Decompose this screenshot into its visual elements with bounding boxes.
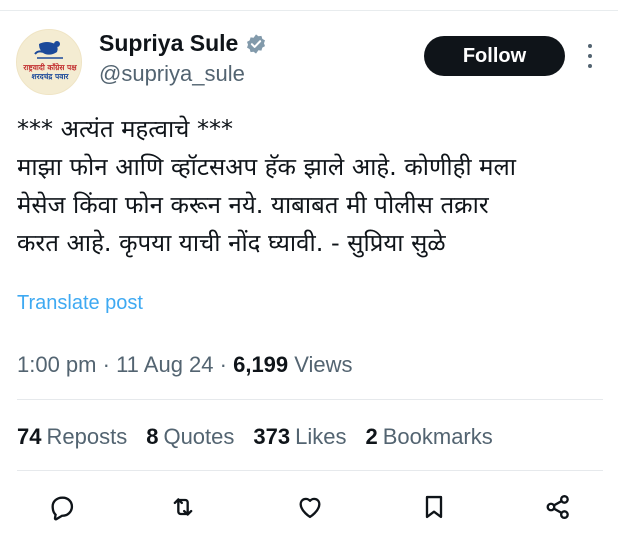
likes-label: Likes (295, 424, 347, 449)
quotes-label: Quotes (163, 424, 235, 449)
post-line: मेसेज किंवा फोन करून नये. याबाबत मी पोली… (17, 191, 489, 219)
views-label: Views (288, 352, 353, 377)
meta-separator: · (96, 352, 117, 377)
more-options-icon[interactable] (580, 40, 600, 72)
quotes-count: 8 (146, 424, 159, 449)
share-icon[interactable] (540, 489, 576, 525)
reply-icon[interactable] (44, 489, 80, 525)
follow-button[interactable]: Follow (424, 36, 565, 76)
reposts-count: 74 (17, 424, 42, 449)
like-icon[interactable] (292, 489, 328, 525)
post-text: *** अत्यंत महत्वाचे *** माझा फोन आणि व्ह… (17, 110, 612, 262)
avatar[interactable]: राष्ट्रवादी काँग्रेस पक्ष शरदचंद्र पवार (16, 29, 82, 95)
divider (17, 399, 603, 400)
avatar-text-line2: शरदचंद्र पवार (32, 72, 70, 81)
quotes-stat[interactable]: 8 Quotes (146, 424, 234, 450)
avatar-text-line1: राष्ट्रवादी काँग्रेस पक्ष (22, 63, 77, 72)
likes-stat[interactable]: 373 Likes (253, 424, 346, 450)
post-meta: 1:00 pm · 11 Aug 24 · 6,199 Views (17, 352, 353, 378)
post-date[interactable]: 11 Aug 24 (116, 352, 213, 377)
reposts-label: Reposts (46, 424, 128, 449)
post-line: करत आहे. कृपया याची नोंद घ्यावी. - सुप्र… (17, 229, 446, 257)
bookmarks-label: Bookmarks (382, 424, 493, 449)
verified-badge-icon[interactable] (245, 33, 267, 55)
post-line: *** अत्यंत महत्वाचे *** (17, 115, 234, 143)
bookmark-icon[interactable] (416, 489, 452, 525)
post-line: माझा फोन आणि व्हॉटसअप हॅक झाले आहे. कोणी… (17, 153, 517, 181)
author-name-row: Supriya Sule (99, 30, 267, 57)
bookmarks-stat[interactable]: 2 Bookmarks (365, 424, 492, 450)
reposts-stat[interactable]: 74 Reposts (17, 424, 127, 450)
engagement-stats: 74 Reposts 8 Quotes 373 Likes 2 Bookmarks (17, 424, 512, 450)
action-bar (0, 489, 618, 529)
meta-separator: · (213, 352, 234, 377)
author-handle[interactable]: @supriya_sule (99, 61, 245, 87)
author-name[interactable]: Supriya Sule (99, 30, 238, 57)
post-time[interactable]: 1:00 pm (17, 352, 97, 377)
divider (17, 470, 603, 471)
likes-count: 373 (253, 424, 291, 449)
views-count: 6,199 (233, 352, 289, 377)
bookmarks-count: 2 (365, 424, 378, 449)
translate-post-link[interactable]: Translate post (17, 292, 143, 315)
repost-icon[interactable] (165, 489, 201, 525)
top-divider (0, 10, 618, 11)
party-logo-icon: राष्ट्रवादी काँग्रेस पक्ष शरदचंद्र पवार (17, 30, 81, 94)
